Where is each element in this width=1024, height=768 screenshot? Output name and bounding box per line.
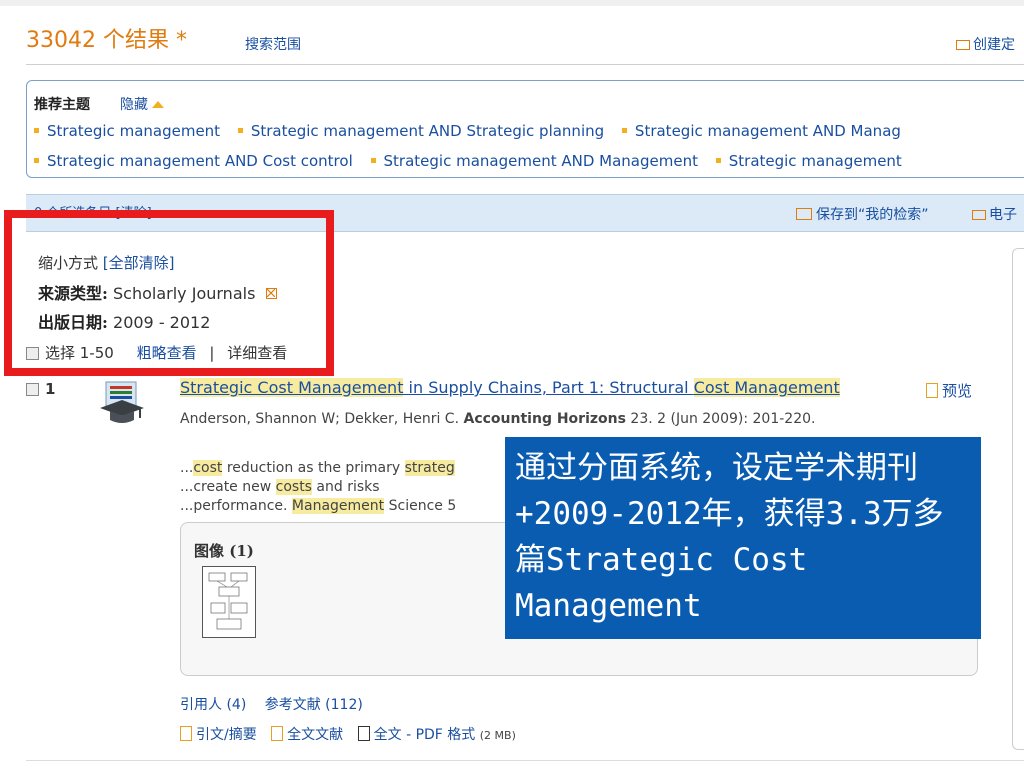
scholarly-journal-icon [98,380,144,426]
snippet-1: ...cost reduction as the primary strateg [180,460,455,476]
full-text-link[interactable]: 全文文献 [271,726,343,743]
citation-links: 引用人 (4) 参考文献 (112) [180,694,363,714]
hide-label: 隐藏 [120,97,148,113]
save-search-button[interactable]: 保存到“我的检索” [796,204,929,224]
top-border [0,0,1024,6]
email-button[interactable]: 电子 [972,204,1017,224]
topic-link[interactable]: Strategic management AND Strategic plann… [237,122,604,140]
callout-text: 通过分面系统，设定学术期刊+2009-2012年，获得3.3万多篇Strateg… [515,450,944,624]
title-highlight: Cost Management [693,378,840,397]
facet-highlight-box [4,210,334,376]
preview-icon [926,383,938,398]
bullet-icon [621,128,627,133]
recommended-row-2: Strategic management AND Cost control St… [34,152,915,170]
mail-icon [972,210,986,220]
result-title-link[interactable]: Strategic Cost Management in Supply Chai… [180,378,840,397]
title-highlight: Strategic Cost Management [180,378,404,397]
topic-link[interactable]: Strategic management [34,122,220,140]
title-text: in Supply Chains, Part 1: Structural [403,378,694,397]
full-text-icon [271,726,284,741]
bullet-icon [715,158,721,163]
save-search-label: 保存到“我的检索” [816,207,929,223]
create-alert-link[interactable]: 创建定 [956,34,1015,54]
citation-details: 23. 2 (Jun 2009): 201-220. [630,411,816,427]
topic-link[interactable]: Strategic management AND Management [370,152,698,170]
result-count: 33042 个结果 * [26,28,187,53]
search-scope-link[interactable]: 搜索范围 [245,34,301,54]
topic-link[interactable]: Strategic management AND Cost control [34,152,353,170]
recommended-row-1: Strategic management Strategic managemen… [34,122,914,140]
email-label: 电子 [989,207,1017,223]
snippet-3: ...performance. Management Science 5 [180,498,457,514]
journal-name: Accounting Horizons [463,411,626,427]
abstract-icon [180,726,192,741]
format-links: 引文/摘要 全文文献 全文 - PDF 格式 (2 MB) [180,724,516,744]
hide-toggle[interactable]: 隐藏 [120,94,164,114]
header-divider [26,64,1024,65]
pdf-icon [357,726,370,741]
bullet-icon [34,158,39,163]
images-label: 图像 (1) [194,542,254,560]
topic-link[interactable]: Strategic management [715,152,902,170]
bullet-icon [237,128,243,133]
bullet-icon [34,128,39,133]
figure-thumbnail[interactable] [202,566,256,638]
cited-by-link[interactable]: 引用人 (4) [180,697,246,713]
result-citation: Anderson, Shannon W; Dekker, Henri C. Ac… [180,408,900,430]
mail-icon [956,40,970,50]
abstract-link[interactable]: 引文/摘要 [180,726,257,743]
preview-button[interactable]: 预览 [926,380,972,401]
folder-icon [796,208,812,220]
result-number-label: 1 [45,380,56,398]
pdf-link[interactable]: 全文 - PDF 格式 (2 MB) [357,726,516,743]
snippet-2: ...create new costs and risks [180,479,380,495]
right-panel-edge [1012,248,1024,750]
result-divider [26,760,1024,761]
topic-link[interactable]: Strategic management AND Manag [621,122,901,140]
pdf-size: (2 MB) [479,729,516,742]
references-link[interactable]: 参考文献 (112) [265,697,363,713]
result-number: 1 [26,380,55,398]
preview-label: 预览 [942,382,973,400]
recommended-topics-title: 推荐主题 [34,97,90,113]
annotation-callout: 通过分面系统，设定学术期刊+2009-2012年，获得3.3万多篇Strateg… [505,437,981,639]
result-checkbox[interactable] [26,383,39,396]
create-alert-label: 创建定 [973,37,1015,53]
triangle-up-icon [152,101,164,108]
bullet-icon [370,158,376,163]
authors: Anderson, Shannon W; Dekker, Henri C. [180,411,460,427]
